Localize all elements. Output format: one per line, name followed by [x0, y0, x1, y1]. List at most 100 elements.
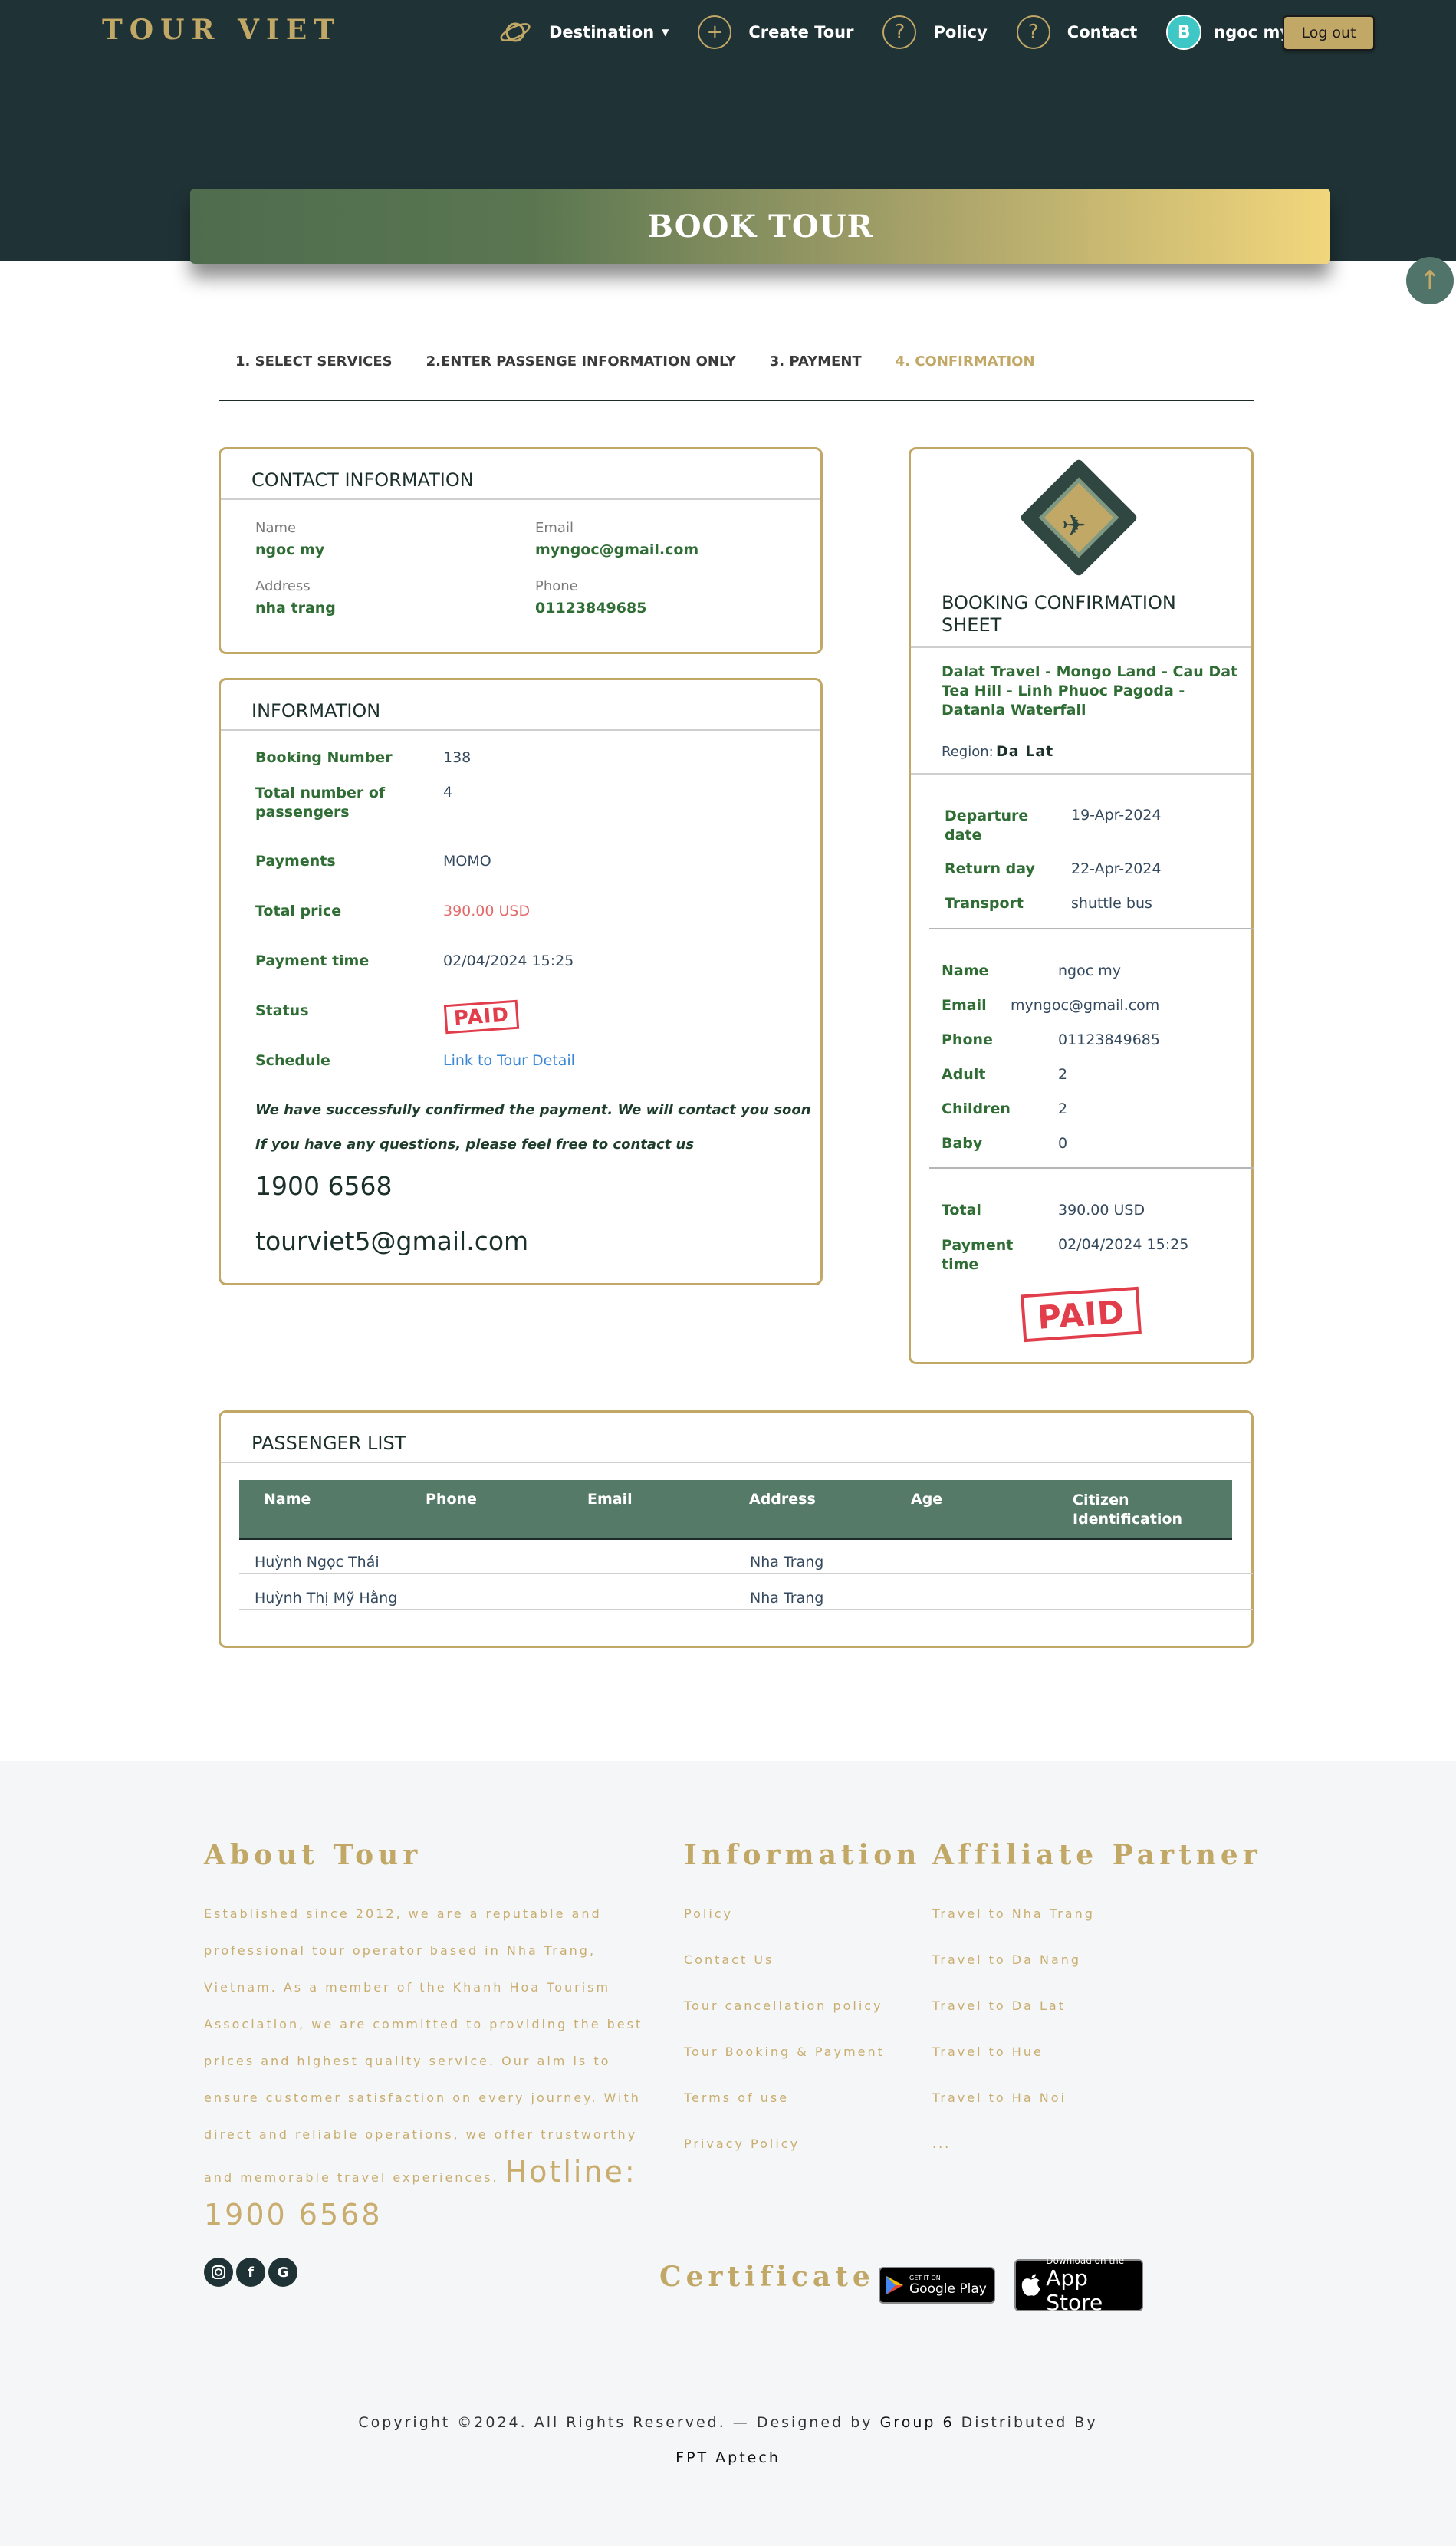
booking-number-value: 138	[443, 749, 472, 766]
sheet-phone-label: Phone	[942, 1031, 993, 1048]
app-store-small-text: Download on the	[1046, 2255, 1125, 2266]
departure-label: Departure date	[945, 808, 1029, 844]
contact-email-label: Email	[535, 520, 574, 536]
sheet-email-label: Email	[942, 997, 987, 1014]
sheet-email-value: myngoc@gmail.com	[1011, 997, 1160, 1014]
schedule-label: Schedule	[255, 1052, 330, 1069]
step-payment[interactable]: 3. PAYMENT	[753, 349, 879, 400]
passenger-name: Huỳnh Ngọc Thái	[255, 1554, 380, 1571]
passenger-list-title: PASSENGER LIST	[221, 1413, 1251, 1463]
booking-information-card: INFORMATION Booking Number 138 Total num…	[219, 678, 823, 1285]
airplane-icon: ✈	[1062, 508, 1086, 542]
designer-link[interactable]: Group 6	[880, 2414, 955, 2431]
passenger-name: Huỳnh Thị Mỹ Hằng	[255, 1590, 398, 1607]
region-value: Da Lat	[996, 743, 1054, 760]
question-circle-icon: ?	[1016, 15, 1050, 49]
contact-name-value: ngoc my	[255, 541, 325, 558]
sheet-total-value: 390.00 USD	[1058, 1202, 1145, 1219]
partner-link-da-nang[interactable]: Travel to Da Nang	[932, 1952, 1081, 1967]
transport-label: Transport	[945, 895, 1024, 912]
site-logo[interactable]: TOUR VIET	[102, 14, 341, 46]
page-title-banner: BOOK TOUR	[190, 189, 1330, 264]
partner-link-hue[interactable]: Travel to Hue	[932, 2044, 1044, 2059]
nav-contact[interactable]: ? Contact	[1016, 15, 1137, 49]
footer-hotline: Hotline: 1900 6568	[204, 2155, 637, 2232]
distributor-link[interactable]: FPT Aptech	[0, 2449, 1456, 2466]
divider	[911, 646, 1251, 648]
sheet-payment-time-value: 02/04/2024 15:25	[1058, 1236, 1189, 1253]
facebook-icon[interactable]: f	[236, 2258, 265, 2287]
passenger-address: Nha Trang	[750, 1554, 824, 1571]
google-play-badge[interactable]: GET IT ON Google Play	[879, 2267, 995, 2304]
footer-link-booking-payment[interactable]: Tour Booking & Payment	[684, 2044, 885, 2059]
payment-time-value: 02/04/2024 15:25	[443, 952, 574, 969]
plus-circle-icon: +	[698, 15, 732, 49]
instagram-icon[interactable]	[204, 2258, 233, 2287]
footer: About Tour Established since 2012, we ar…	[0, 1761, 1456, 2546]
baby-value: 0	[1058, 1135, 1068, 1152]
children-label: Children	[942, 1100, 1011, 1117]
about-title: About Tour	[204, 1839, 422, 1871]
footer-link-cancellation[interactable]: Tour cancellation policy	[684, 1998, 883, 2013]
paid-stamp: PAID	[1021, 1286, 1142, 1343]
total-price-value: 390.00 USD	[443, 903, 531, 919]
main-nav: Destination ▼ + Create Tour ? Policy ? C…	[498, 11, 1320, 54]
payments-label: Payments	[255, 853, 336, 870]
nav-create-tour-label: Create Tour	[748, 23, 854, 41]
children-value: 2	[1058, 1100, 1068, 1117]
nav-policy-label: Policy	[933, 23, 988, 41]
adult-value: 2	[1058, 1066, 1068, 1083]
divider	[929, 1167, 1254, 1169]
sheet-name-label: Name	[942, 962, 989, 979]
passengers-value: 4	[443, 784, 453, 801]
logout-button[interactable]: Log out	[1283, 15, 1375, 51]
contact-phone-value: 01123849685	[535, 600, 647, 617]
nav-destination[interactable]: Destination ▼	[498, 15, 669, 49]
divider	[911, 773, 1251, 775]
table-row: Huỳnh Thị Mỹ Hằng Nha Trang	[239, 1574, 1253, 1610]
user-name: ngoc my	[1214, 23, 1291, 41]
payments-value: MOMO	[443, 853, 491, 870]
user-menu[interactable]: B ngoc my	[1166, 15, 1290, 50]
partner-link-more[interactable]: ...	[932, 2136, 951, 2151]
contact-card-title: CONTACT INFORMATION	[221, 449, 820, 500]
step-confirmation[interactable]: 4. CONFIRMATION	[879, 349, 1052, 400]
google-icon[interactable]: G	[268, 2258, 297, 2287]
col-citizen-id: Citizen Identification	[1073, 1492, 1183, 1528]
departure-value: 19-Apr-2024	[1071, 807, 1162, 824]
information-title: Information	[684, 1839, 922, 1871]
contact-us-message: If you have any questions, please feel f…	[255, 1136, 695, 1153]
tour-name: Dalat Travel - Mongo Land - Cau Dat Tea …	[942, 663, 1238, 719]
google-play-text: Google Play	[909, 2281, 987, 2297]
nav-create-tour[interactable]: + Create Tour	[698, 15, 853, 49]
partner-link-nha-trang[interactable]: Travel to Nha Trang	[932, 1906, 1095, 1921]
app-store-badge[interactable]: Download on the App Store	[1014, 2255, 1143, 2315]
footer-link-contact[interactable]: Contact Us	[684, 1952, 774, 1967]
contact-address-value: nha trang	[255, 600, 336, 617]
scroll-to-top-button[interactable]: ↑	[1406, 257, 1454, 304]
partner-link-da-lat[interactable]: Travel to Da Lat	[932, 1998, 1066, 2013]
footer-link-policy[interactable]: Policy	[684, 1906, 733, 1921]
partner-link-ha-noi[interactable]: Travel to Ha Noi	[932, 2090, 1067, 2105]
certificate-title: Certificate	[659, 2261, 875, 2293]
passenger-table-header: Name Phone Email Address Age Citizen Ide…	[239, 1480, 1232, 1540]
return-label: Return day	[945, 860, 1035, 877]
booking-steps: 1. SELECT SERVICES 2.ENTER PASSENGE INFO…	[219, 349, 1254, 401]
footer-link-privacy[interactable]: Privacy Policy	[684, 2136, 800, 2151]
about-description: Established since 2012, we are a reputab…	[204, 1906, 643, 2185]
passenger-address: Nha Trang	[750, 1590, 824, 1607]
contact-address-label: Address	[255, 578, 311, 594]
tour-detail-link[interactable]: Link to Tour Detail	[443, 1052, 575, 1069]
distributed-text: Distributed By	[961, 2414, 1098, 2431]
step-select-services[interactable]: 1. SELECT SERVICES	[219, 349, 409, 400]
google-play-small-text: GET IT ON	[909, 2274, 941, 2281]
step-passenger-info[interactable]: 2.ENTER PASSENGE INFORMATION ONLY	[409, 349, 753, 400]
total-price-label: Total price	[255, 903, 342, 919]
copyright: Copyright ©2024. All Rights Reserved. — …	[0, 2414, 1456, 2431]
app-store-text: App Store	[1046, 2265, 1103, 2315]
divider	[929, 928, 1254, 929]
nav-policy[interactable]: ? Policy	[882, 15, 988, 49]
question-circle-icon: ?	[882, 15, 917, 49]
apple-icon	[1021, 2274, 1040, 2296]
footer-link-terms[interactable]: Terms of use	[684, 2090, 789, 2105]
